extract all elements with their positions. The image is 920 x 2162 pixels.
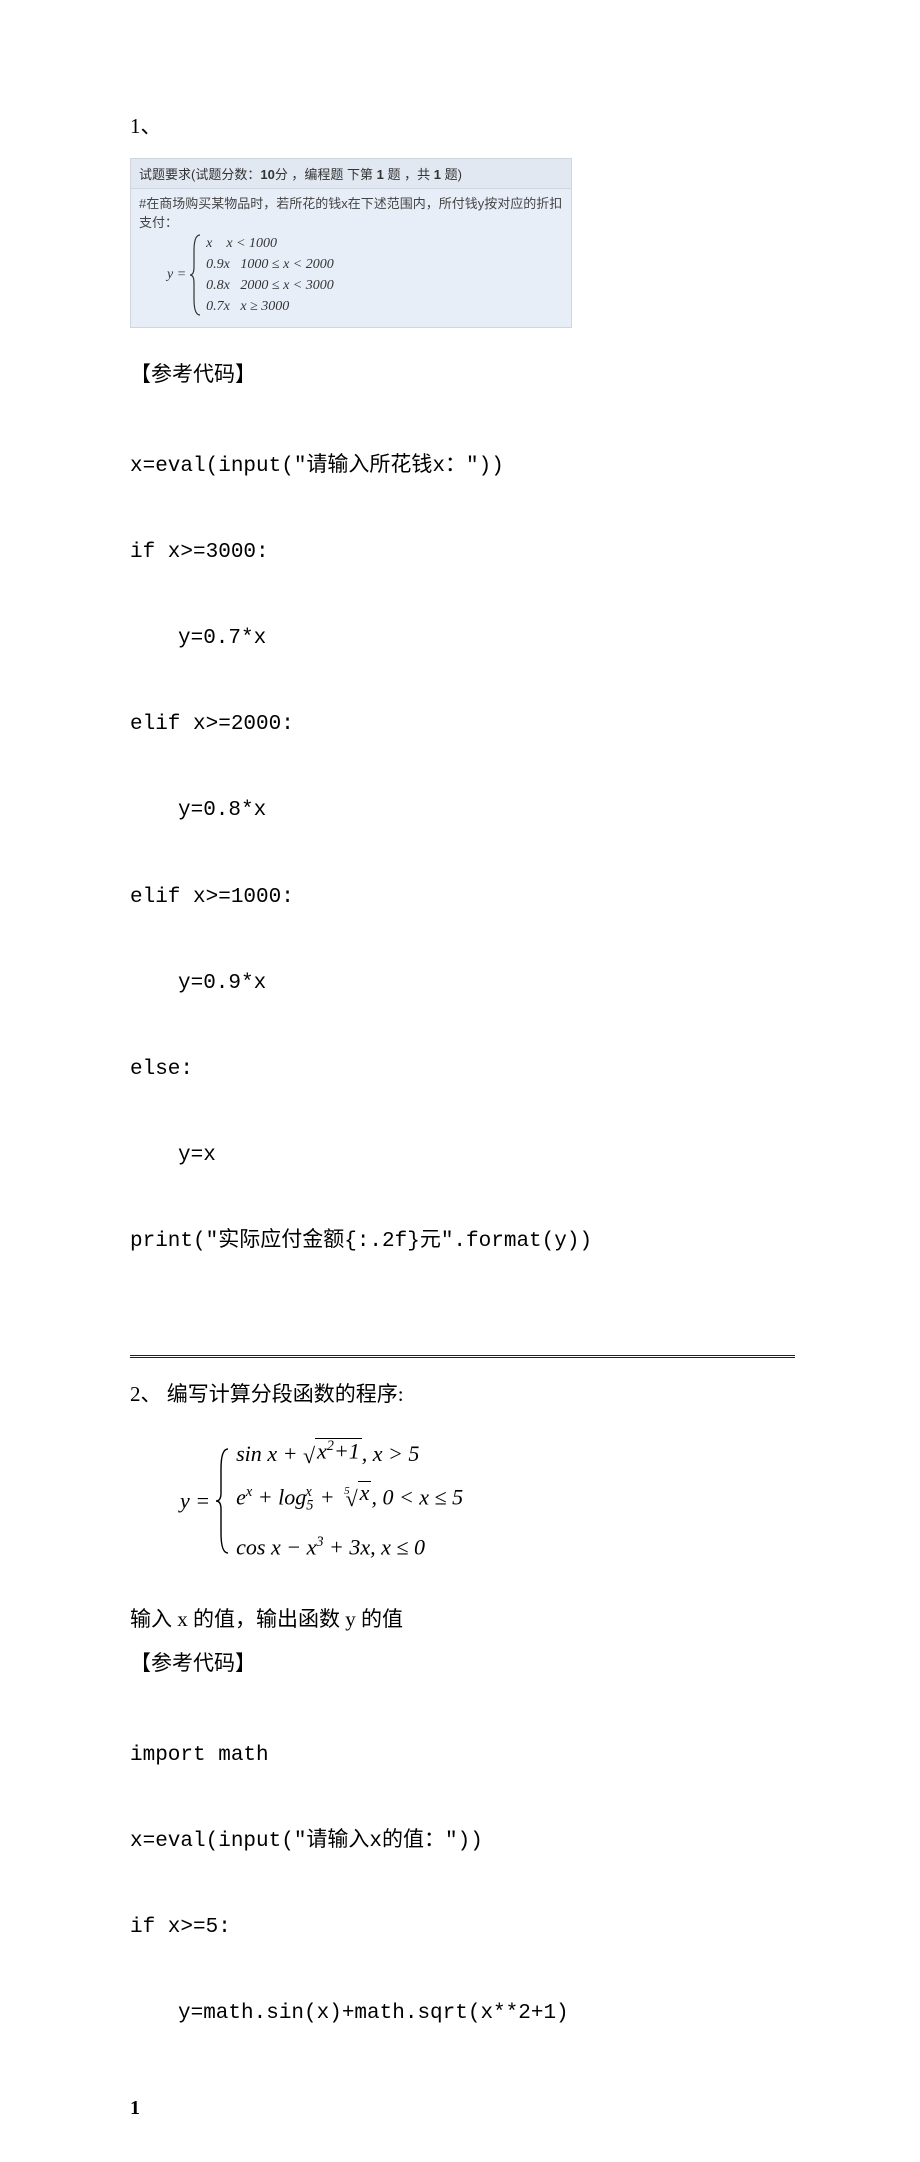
code-line: print("实际应付金额{:.2f}元".format(y)) [130, 1220, 795, 1263]
formula-1-cases: x x < 1000 0.9x 1000 ≤ x < 2000 0.8x 200… [206, 233, 334, 317]
case-2: 0.9x 1000 ≤ x < 2000 [206, 254, 334, 275]
code-block-2: import math x=eval(input("请输入x的值：")) if … [130, 1691, 795, 2121]
code-line: import math [130, 1734, 795, 1777]
code-line: x=eval(input("请输入x的值：")) [130, 1820, 795, 1863]
case-3: cos x − x3 + 3x, x ≤ 0 [236, 1524, 463, 1565]
code-line: elif x>=2000: [130, 703, 795, 746]
code-line: if x>=5: [130, 1906, 795, 1949]
problem-body: #在商场购买某物品时，若所花的钱x在下述范围内，所付钱y按对应的折扣支付： y … [131, 189, 571, 327]
code-line: y=0.8*x [130, 789, 795, 832]
header-prefix: 试题要求(试题分数： [139, 167, 260, 182]
code-line: y=0.9*x [130, 962, 795, 1005]
code-line: y=x [130, 1134, 795, 1177]
reference-code-label-1: 【参考代码】 [130, 358, 795, 388]
reference-code-label-2: 【参考代码】 [130, 1647, 795, 1677]
header-total: 1 [434, 167, 441, 182]
formula-1: y = x x < 1000 0.9x 1000 ≤ x < 2000 0.8x… [139, 233, 563, 317]
code-line: elif x>=1000: [130, 876, 795, 919]
header-qn: 1 [377, 167, 384, 182]
formula-2-lhs: y = [180, 1488, 210, 1514]
formula-2: y = sin x + √x2+1, x > 5 ex + log5x+ 5√x… [180, 1436, 795, 1565]
question-1-number: 1、 [130, 110, 795, 140]
section-divider [130, 1355, 795, 1358]
case-4: 0.7x x ≥ 3000 [206, 296, 334, 317]
brace-icon [216, 1447, 230, 1555]
problem-description: #在商场购买某物品时，若所花的钱x在下述范围内，所付钱y按对应的折扣支付： [139, 193, 563, 231]
problem-header: 试题要求(试题分数：10分 ，编程题 下第 1 题 ，共 1 题) [131, 159, 571, 189]
brace-icon [190, 233, 202, 317]
header-mid2: 题 ，共 [384, 167, 434, 182]
formula-1-lhs: y = [167, 267, 186, 283]
header-suffix: 题) [441, 167, 462, 182]
case-1: sin x + √x2+1, x > 5 [236, 1436, 463, 1474]
case-1: x x < 1000 [206, 233, 334, 254]
case-3: 0.8x 2000 ≤ x < 3000 [206, 275, 334, 296]
code-line: y=0.7*x [130, 617, 795, 660]
question-2-title: 2、 编写计算分段函数的程序: [130, 1378, 795, 1408]
code-line: else: [130, 1048, 795, 1091]
document-page: 1、 试题要求(试题分数：10分 ，编程题 下第 1 题 ，共 1 题) #在商… [0, 0, 920, 2162]
code-line: y=math.sin(x)+math.sqrt(x**2+1) [130, 1992, 795, 2035]
code-line: x=eval(input("请输入所花钱x：")) [130, 445, 795, 488]
formula-2-cases: sin x + √x2+1, x > 5 ex + log5x+ 5√x, 0 … [236, 1436, 463, 1565]
code-line: if x>=3000: [130, 531, 795, 574]
header-score: 10 [260, 167, 274, 182]
code-block-1: x=eval(input("请输入所花钱x：")) if x>=3000: y=… [130, 402, 795, 1349]
hint-text: 输入 x 的值，输出函数 y 的值 [130, 1603, 795, 1633]
page-number: 1 [130, 2097, 140, 2120]
case-2: ex + log5x+ 5√x, 0 < x ≤ 5 [236, 1474, 463, 1524]
header-mid1: 分 ，编程题 下第 [275, 167, 377, 182]
problem-box: 试题要求(试题分数：10分 ，编程题 下第 1 题 ，共 1 题) #在商场购买… [130, 158, 572, 328]
